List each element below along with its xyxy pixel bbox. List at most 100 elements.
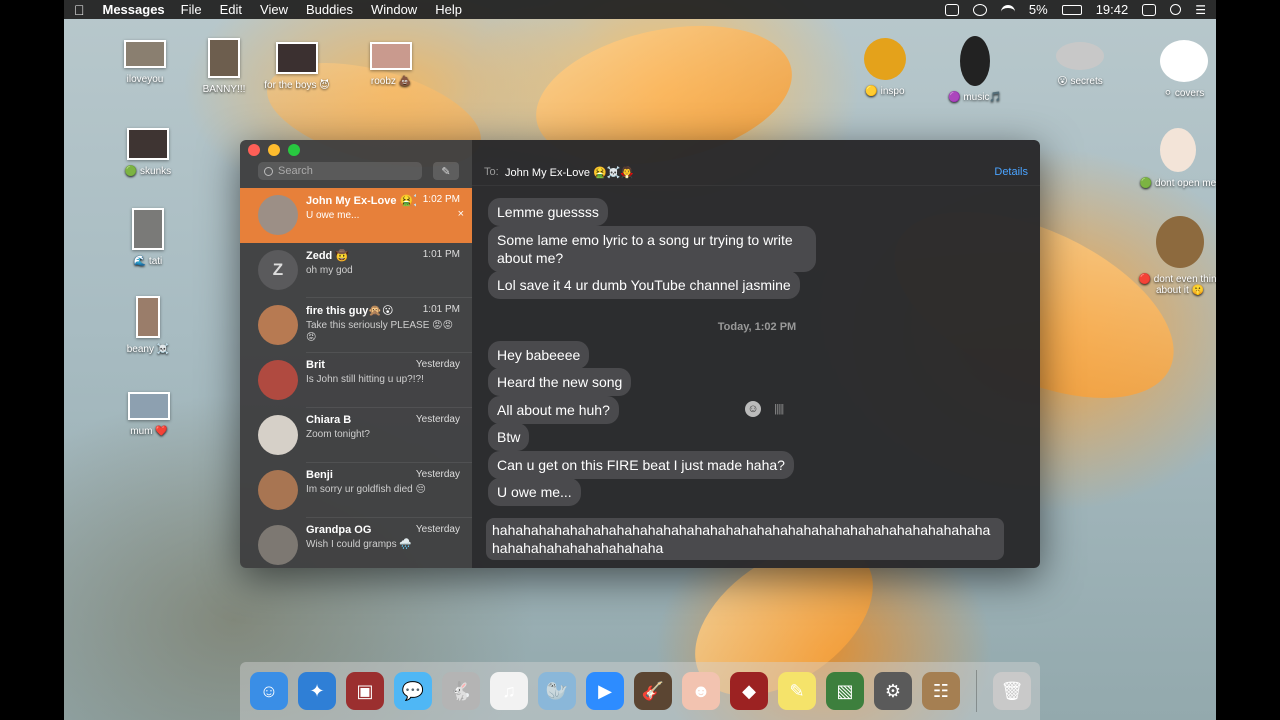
lion-icon bbox=[1156, 216, 1204, 268]
conversation-name: Benji bbox=[306, 469, 333, 481]
message-bubble[interactable]: All about me huh? bbox=[488, 395, 619, 424]
conversation-name: fire this guy🙊😮 bbox=[306, 305, 394, 317]
conversation-preview: Im sorry ur goldfish died 😔 bbox=[306, 484, 426, 495]
clock[interactable]: 19:42 bbox=[1096, 2, 1129, 17]
desktop-icon-label: BANNY!!! bbox=[202, 84, 246, 95]
conversation-row[interactable]: Grandpa OG Yesterday Wish I could gramps 🌧… bbox=[240, 518, 472, 568]
creative-cloud-icon[interactable] bbox=[972, 3, 987, 16]
conversation-row[interactable]: fire this guy🙊😮 1:01 PM Take this seriousl… bbox=[240, 298, 472, 353]
menu-help[interactable]: Help bbox=[435, 2, 462, 17]
message-bubble[interactable]: Lemme guessss bbox=[488, 198, 608, 226]
rabbit-icon[interactable]: 🐇 bbox=[442, 672, 480, 710]
emoji-icon[interactable]: ☺ bbox=[745, 401, 761, 417]
zoom-button[interactable] bbox=[288, 144, 300, 156]
zoom-status-icon[interactable] bbox=[944, 3, 959, 16]
desktop-icon-label: 🔴 dont even think about it 🤫 bbox=[1138, 274, 1222, 296]
message-bubble[interactable]: Heard the new song bbox=[488, 368, 632, 397]
photo-booth-icon[interactable]: ▣ bbox=[346, 672, 384, 710]
recipient-name[interactable]: John My Ex-Love 🤮☠️🧛 bbox=[505, 166, 634, 179]
details-button[interactable]: Details bbox=[994, 166, 1028, 178]
wifi-icon[interactable] bbox=[1000, 4, 1015, 15]
zoom-icon[interactable]: ▶ bbox=[586, 672, 624, 710]
letterbox-right bbox=[1216, 0, 1280, 720]
desktop-icon-label: iloveyou bbox=[126, 74, 164, 85]
seal-icon[interactable]: 🦭 bbox=[538, 672, 576, 710]
chat-pane: To: John My Ex-Love 🤮☠️🧛 Details Lemme g… bbox=[472, 140, 1040, 568]
desktop-icon-label: 🟣 music🎵 bbox=[948, 92, 1002, 103]
message-bubble[interactable]: Btw bbox=[488, 423, 530, 452]
desktop-icon[interactable]: 🟢 dont open me bbox=[1132, 128, 1224, 189]
search-icon bbox=[264, 166, 273, 176]
desktop-icon[interactable]: 🔴 dont even think about it 🤫 bbox=[1134, 216, 1226, 296]
desktop-icon[interactable]: 🟣 music🎵 bbox=[929, 36, 1021, 103]
menu-window[interactable]: Window bbox=[371, 2, 417, 17]
spotlight-icon[interactable] bbox=[1170, 4, 1182, 15]
display-icon[interactable] bbox=[1142, 3, 1157, 16]
search-input[interactable]: Search bbox=[258, 162, 422, 180]
preview-icon[interactable]: ▧ bbox=[826, 672, 864, 710]
conversation-text: Brit Yesterday Is John still hitting u up?… bbox=[306, 359, 466, 408]
garageband-icon[interactable]: 🎸 bbox=[634, 672, 672, 710]
desktop-icon-label: beany ☠️ bbox=[126, 344, 170, 355]
safari-icon[interactable]: ✦ bbox=[298, 672, 336, 710]
close-button[interactable] bbox=[248, 144, 260, 156]
avatar bbox=[258, 360, 298, 400]
menu-view[interactable]: View bbox=[260, 2, 288, 17]
message-bubble[interactable]: Hey babeeee bbox=[488, 341, 590, 369]
battery-percent[interactable]: 5% bbox=[1029, 2, 1048, 17]
dock: ☺ ✦ ▣ 💬 🐇 ♫ 🦭 ▶ 🎸 ☻ ◆ ✎ ▧ ⚙ ☷ 🗑 bbox=[240, 662, 1040, 720]
stickies-icon[interactable]: ✎ bbox=[778, 672, 816, 710]
menu-edit[interactable]: Edit bbox=[220, 2, 242, 17]
photo-thumbnail bbox=[128, 392, 170, 420]
compose-icon: ✎ bbox=[441, 165, 451, 178]
menu-buddies[interactable]: Buddies bbox=[306, 2, 353, 17]
desktop-icon[interactable]: 🟡 inspo bbox=[839, 38, 931, 97]
conversation-sidebar: Search ✎ John My Ex-Love 🤮☠️ 1:02 PM U owe… bbox=[240, 140, 472, 568]
desktop-icon[interactable]: mum ❤️ bbox=[103, 392, 195, 437]
message-bubble[interactable]: U owe me... bbox=[488, 478, 581, 506]
itunes-icon[interactable]: ♫ bbox=[490, 672, 528, 710]
messages-icon[interactable]: 💬 bbox=[394, 672, 432, 710]
apple-icon[interactable]:  bbox=[74, 2, 85, 18]
avatar bbox=[258, 305, 298, 345]
message-bubble[interactable]: Lol save it 4 ur dumb YouTube channel ja… bbox=[488, 271, 800, 299]
system-preferences-icon[interactable]: ⚙ bbox=[874, 672, 912, 710]
avatar bbox=[258, 525, 298, 565]
desktop-icon[interactable]: for the boys 😈 bbox=[251, 42, 343, 91]
finder-icon[interactable]: ☺ bbox=[250, 672, 288, 710]
desktop-icon[interactable]: 🟢 skunks bbox=[102, 128, 194, 177]
menu-app-name[interactable]: Messages bbox=[103, 2, 165, 17]
message-transcript[interactable]: Lemme guessss Some lame emo lyric to a so… bbox=[472, 186, 1040, 508]
desktop-icon[interactable]: 🌊 tati bbox=[102, 208, 194, 267]
conversation-row[interactable]: Benji Yesterday Im sorry ur goldfish died … bbox=[240, 463, 472, 518]
conversation-row[interactable]: Brit Yesterday Is John still hitting u up?… bbox=[240, 353, 472, 408]
conversation-time: 1:01 PM bbox=[422, 249, 460, 260]
desktop-icon[interactable]: roobz 💩 bbox=[345, 42, 437, 87]
conversation-time: Yesterday bbox=[415, 359, 460, 370]
conversation-row[interactable]: Z Zedd 🤠 1:01 PM oh my god bbox=[240, 243, 472, 298]
avatar: Z bbox=[258, 250, 298, 290]
message-input[interactable]: hahahahahahahahahahahahahahahahahahahaha… bbox=[486, 518, 1004, 560]
desktop-icon[interactable]: beany ☠️ bbox=[102, 296, 194, 355]
conversation-row[interactable]: John My Ex-Love 🤮☠️ 1:02 PM U owe me... × bbox=[240, 188, 472, 243]
conversation-preview: Wish I could gramps 🌧️ bbox=[306, 539, 412, 550]
contacts-icon[interactable]: ☷ bbox=[922, 672, 960, 710]
trash-icon[interactable]: 🗑 bbox=[993, 672, 1031, 710]
dock-separator bbox=[976, 670, 977, 712]
message-bubble[interactable]: Some lame emo lyric to a song ur trying … bbox=[488, 226, 816, 272]
to-label: To: bbox=[484, 166, 499, 178]
audio-record-icon[interactable]: ||||| bbox=[774, 403, 784, 415]
notification-center-icon[interactable]: ☰ bbox=[1195, 3, 1206, 17]
battery-icon[interactable] bbox=[1061, 4, 1082, 15]
compose-button[interactable]: ✎ bbox=[433, 162, 459, 180]
minimize-button[interactable] bbox=[268, 144, 280, 156]
message-bubble[interactable]: Can u get on this FIRE beat I just made … bbox=[488, 450, 794, 479]
conversation-row[interactable]: Chiara B Yesterday Zoom tonight? bbox=[240, 408, 472, 463]
menu-file[interactable]: File bbox=[181, 2, 202, 17]
bunny-icon bbox=[1160, 40, 1208, 82]
desktop-icon[interactable]: 😮 secrets bbox=[1034, 42, 1126, 87]
desktop-icon-label: mum ❤️ bbox=[130, 426, 168, 437]
delete-conversation-icon[interactable]: × bbox=[458, 208, 464, 220]
face-icon[interactable]: ☻ bbox=[682, 672, 720, 710]
photo-icon[interactable]: ◆ bbox=[730, 672, 768, 710]
